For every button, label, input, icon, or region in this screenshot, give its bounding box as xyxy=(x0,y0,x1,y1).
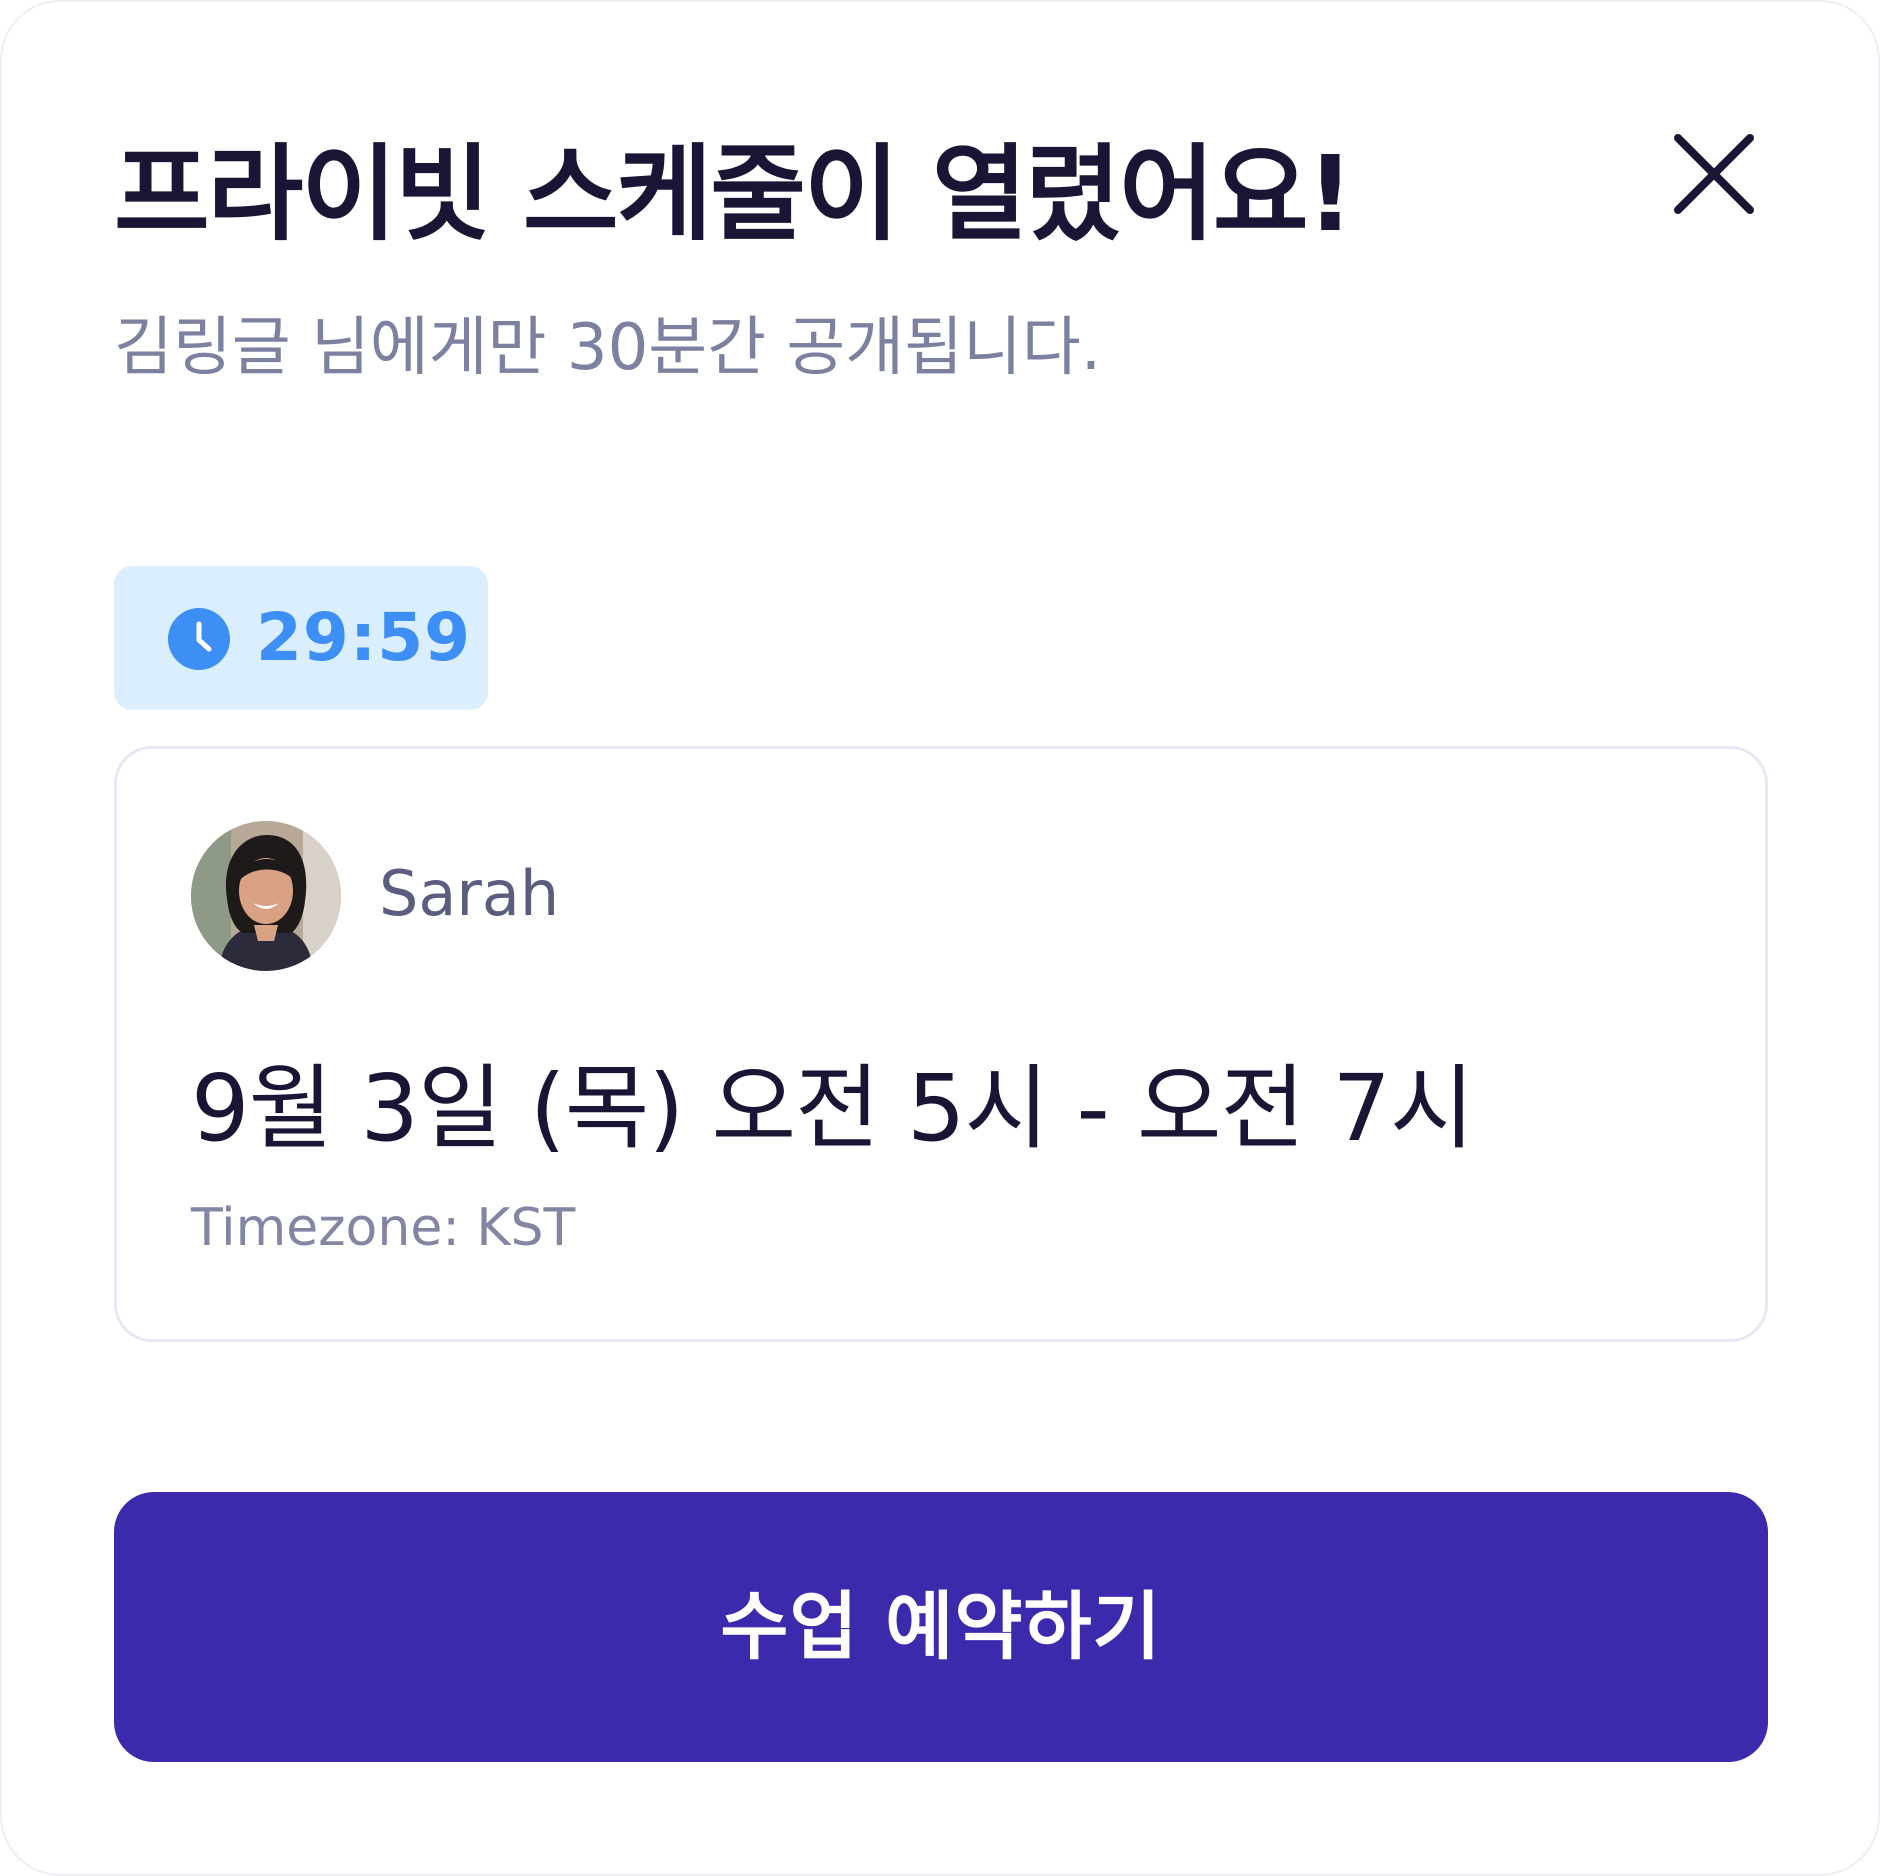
lesson-schedule: 9월 3일 (목) 오전 5시 - 오전 7시 xyxy=(191,1055,1475,1162)
lesson-card: Sarah 9월 3일 (목) 오전 5시 - 오전 7시 Timezone: … xyxy=(114,746,1768,1342)
tutor-avatar xyxy=(191,821,341,971)
clock-icon xyxy=(168,608,230,670)
book-lesson-button[interactable]: 수업 예약하기 xyxy=(114,1492,1768,1762)
lesson-timezone: Timezone: KST xyxy=(191,1198,576,1258)
countdown-badge: 29:59 xyxy=(114,566,488,710)
close-icon xyxy=(1674,134,1754,214)
modal-subtitle: 김링글 님에게만 30분간 공개됩니다. xyxy=(114,311,1102,385)
close-button[interactable] xyxy=(1664,124,1764,224)
private-schedule-modal: 프라이빗 스케줄이 열렸어요! 김링글 님에게만 30분간 공개됩니다. 29:… xyxy=(0,0,1880,1876)
modal-title: 프라이빗 스케줄이 열렸어요! xyxy=(114,133,1354,255)
tutor-name: Sarah xyxy=(379,857,560,930)
countdown-timer: 29:59 xyxy=(256,599,472,676)
